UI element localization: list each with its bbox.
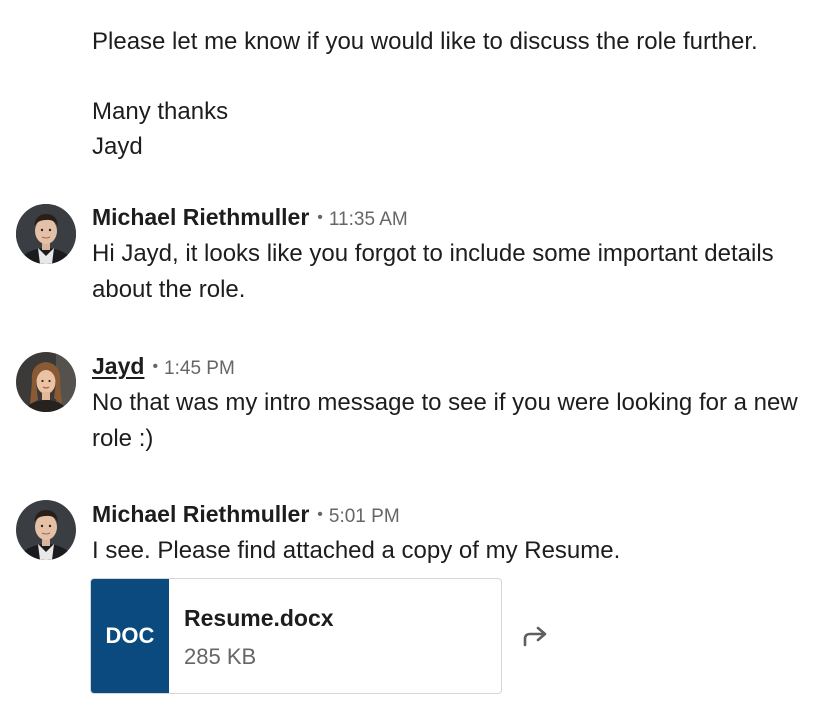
forward-button[interactable] [518,620,554,656]
message-header: Michael Riethmuller • 5:01 PM [92,501,400,528]
sender-name-link[interactable]: Jayd [92,353,144,379]
message-time: 5:01 PM [328,506,400,527]
avatar-michael[interactable] [16,500,76,560]
file-size: 285 KB [184,644,257,669]
file-name[interactable]: Resume.docx [184,605,334,632]
attachment-card[interactable]: DOC Resume.docx 285 KB [90,578,502,694]
separator-dot: • [317,209,323,226]
message-text: Hi Jayd, it looks like you forgot to inc… [92,240,774,303]
message-header: Jayd • 1:45 PM [92,353,235,380]
sender-name[interactable]: Michael Riethmuller [92,204,309,230]
file-type-label: DOC [105,623,155,648]
message-line: Jayd [92,133,143,160]
doc-file-icon: DOC [91,579,169,693]
message-text: I see. Please find attached a copy of my… [92,537,621,564]
forward-arrow-icon [522,625,550,652]
avatar-jayd[interactable] [16,352,76,412]
message-line: Many thanks [92,98,229,125]
separator-dot: • [152,358,159,375]
separator-dot: • [317,506,323,523]
avatar-michael[interactable] [16,204,76,264]
message-header: Michael Riethmuller • 11:35 AM [92,204,408,231]
message-line-blank [92,59,758,94]
sender-name[interactable]: Michael Riethmuller [92,501,309,527]
message-time: 11:35 AM [328,209,408,230]
message-time: 1:45 PM [164,358,235,379]
message-line: Please let me know if you would like to … [92,28,758,55]
message-continuation: Please let me know if you would like to … [92,24,758,164]
message-text: No that was my intro message to see if y… [92,389,798,452]
